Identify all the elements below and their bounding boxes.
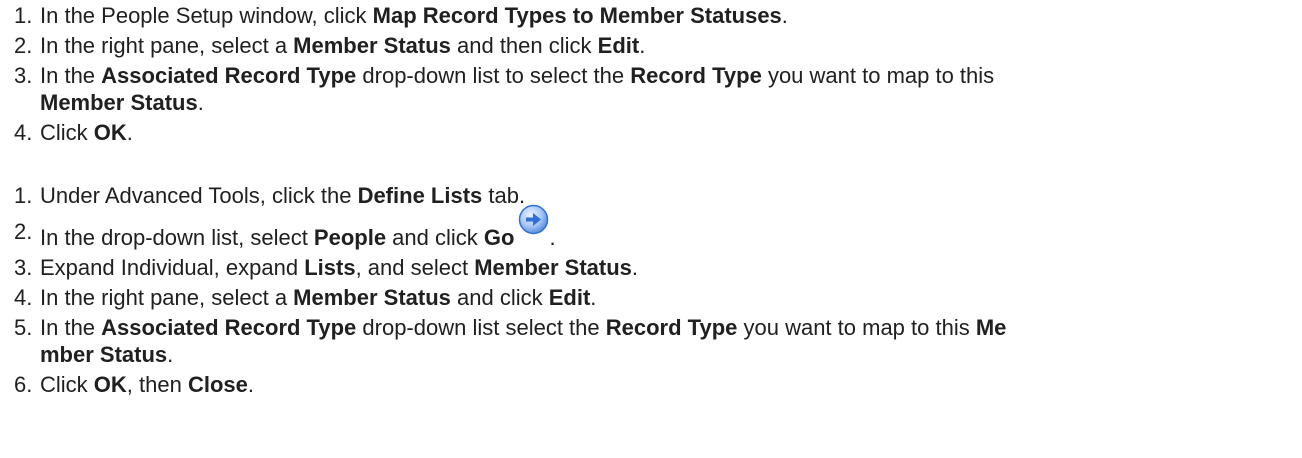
step-item: 4. In the right pane, select a Member St…: [0, 284, 1302, 311]
step-text: In the right pane, select a: [40, 33, 294, 58]
step-item: 2. In the right pane, select a Member St…: [0, 32, 1302, 59]
step-number: 3.: [14, 63, 33, 88]
step-number: 6.: [14, 372, 33, 397]
step-text: .: [631, 255, 639, 280]
step-text: .: [781, 3, 788, 28]
step-item: 3. Expand Individual, expand Lists, and …: [0, 254, 1302, 281]
procedure-define-lists: 1. Under Advanced Tools, click the Defin…: [0, 182, 1302, 401]
step-number: 2.: [14, 33, 33, 58]
procedure-map-record-types: 1. In the People Setup window, click Map…: [0, 2, 1302, 149]
ui-term: Go: [483, 225, 515, 250]
ui-term: Record Type: [605, 315, 738, 340]
step-text: , then: [126, 372, 188, 397]
step-item: 5. In the Associated Record Type drop-do…: [0, 314, 1302, 368]
ui-term: Member Status: [293, 33, 451, 58]
step-text: drop-down list to select the: [356, 63, 631, 88]
step-text: .: [639, 33, 646, 58]
step-number: 2.: [14, 219, 33, 244]
step-item: 6. Click OK, then Close.: [0, 371, 1302, 398]
step-item: 2. In the drop-down list, select People …: [0, 204, 1302, 251]
step-item: 4. Click OK.: [0, 119, 1302, 146]
ui-term: Record Type: [630, 63, 762, 88]
step-text: , and select: [355, 255, 475, 280]
ui-term: Close: [187, 372, 248, 397]
ui-term: Edit: [548, 285, 591, 310]
step-number: 3.: [14, 255, 33, 280]
step-text: you want to map to this: [737, 315, 976, 340]
step-text: and click: [450, 285, 549, 310]
step-text: In the People Setup window, click: [40, 3, 373, 28]
ui-term: OK: [93, 372, 127, 397]
go-arrow-icon: [518, 204, 549, 249]
ui-term: Lists: [304, 255, 356, 280]
ui-term: Member Status: [40, 90, 198, 115]
step-text: .: [590, 285, 597, 310]
step-text: Click: [40, 372, 94, 397]
ui-term: Me: [975, 315, 1007, 340]
step-text: drop-down list select the: [356, 315, 606, 340]
step-number: 1.: [14, 3, 33, 28]
help-document: 1. In the People Setup window, click Map…: [0, 0, 1302, 458]
step-item: 1. In the People Setup window, click Map…: [0, 2, 1302, 29]
step-number: 5.: [14, 315, 33, 340]
ui-term: OK: [93, 120, 127, 145]
ui-term: Associated Record Type: [101, 63, 357, 88]
step-text: Expand Individual, expand: [40, 255, 305, 280]
step-text: .: [549, 225, 556, 250]
ui-term: Member Status: [474, 255, 632, 280]
step-text: Under Advanced Tools, click the: [40, 183, 358, 208]
ui-term: People: [313, 225, 387, 250]
ui-term: Associated Record Type: [101, 315, 357, 340]
step-text: and click: [386, 225, 484, 250]
step-item: 1. Under Advanced Tools, click the Defin…: [0, 182, 1302, 209]
step-number: 4.: [14, 120, 33, 145]
step-text: .: [126, 120, 133, 145]
step-text: In the: [40, 315, 102, 340]
step-item: 3. In the Associated Record Type drop-do…: [0, 62, 1302, 116]
ui-term: mber Status: [40, 342, 168, 367]
ui-term: Map Record Types to Member Statuses: [372, 3, 782, 28]
step-text: .: [197, 90, 204, 115]
ui-term: Member Status: [293, 285, 451, 310]
step-text: In the: [40, 63, 102, 88]
step-number: 4.: [14, 285, 33, 310]
step-number: 1.: [14, 183, 33, 208]
step-text: Click: [40, 120, 94, 145]
step-text: .: [167, 342, 174, 367]
step-text: and then click: [450, 33, 598, 58]
step-text: In the right pane, select a: [40, 285, 294, 310]
step-text: In the drop-down list, select: [40, 225, 314, 250]
ui-term: Define Lists: [357, 183, 483, 208]
step-text: .: [247, 372, 254, 397]
ui-term: Edit: [597, 33, 640, 58]
step-text: you want to map to this: [761, 63, 995, 88]
